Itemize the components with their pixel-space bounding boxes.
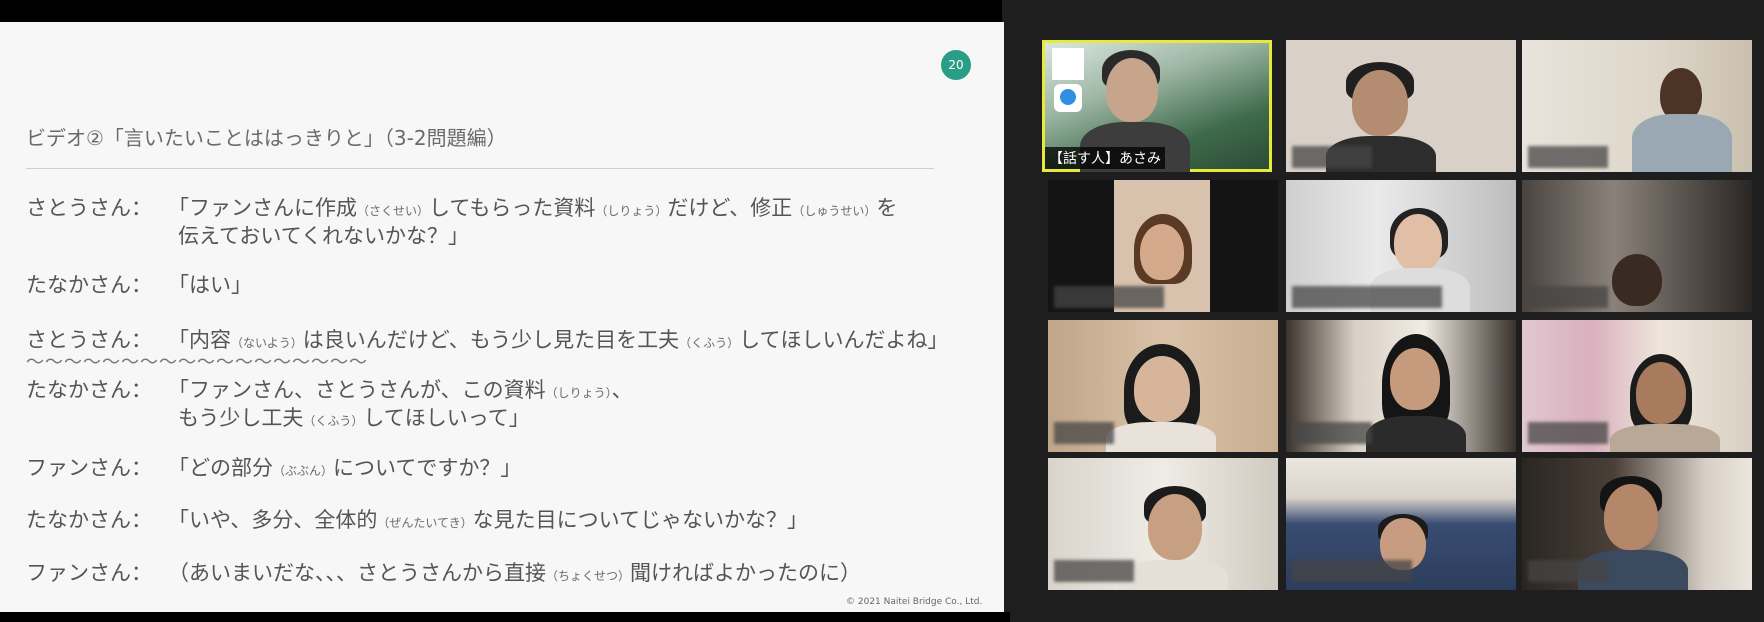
participant-name-blurred	[1292, 286, 1442, 308]
speaker-label: たなかさん：	[26, 508, 152, 532]
qr-code-icon	[1052, 48, 1084, 80]
participant-name-blurred	[1528, 146, 1608, 168]
active-speaker-name: 【話す人】あさみ	[1045, 147, 1165, 169]
participant-name-blurred	[1054, 286, 1164, 308]
wave-underline: 〜〜〜〜〜〜〜〜〜〜〜〜〜〜〜〜〜〜	[26, 352, 368, 373]
video-tile[interactable]	[1048, 320, 1278, 452]
speaker-label: さとうさん：	[26, 196, 152, 220]
video-tile[interactable]	[1286, 40, 1516, 172]
dialogue-line: 「どの部分（ぶぶん）についてですか？」	[168, 456, 522, 480]
speaker-label: ファンさん：	[26, 561, 152, 585]
logo-icon	[1054, 84, 1082, 112]
dialogue-line: 「ファンさんに作成（さくせい）してもらった資料（しりょう）だけど、修正（しゅうせ…	[168, 196, 898, 220]
copyright-notice: © 2021 Naitei Bridge Co., Ltd.	[846, 597, 983, 607]
slide-title: ビデオ②「言いたいことははっきりと」（3-2問題編）	[26, 126, 507, 150]
video-tile[interactable]	[1048, 458, 1278, 590]
participant-name-blurred	[1292, 560, 1412, 582]
video-tile[interactable]	[1048, 180, 1278, 312]
speaker-label: たなかさん：	[26, 273, 152, 297]
participant-name-blurred	[1292, 146, 1372, 168]
participant-name-blurred	[1054, 422, 1114, 444]
video-tile-active-speaker[interactable]: 【話す人】あさみ	[1042, 40, 1272, 172]
shared-screen-slide: 20 ビデオ②「言いたいことははっきりと」（3-2問題編） さとうさん： 「ファ…	[0, 22, 1004, 612]
participant-name-blurred	[1528, 286, 1608, 308]
title-divider	[26, 168, 934, 169]
dialogue-line: 「はい」	[168, 273, 252, 297]
page-number-badge: 20	[941, 50, 971, 80]
speaker-label: ファンさん：	[26, 456, 152, 480]
speaker-label: たなかさん：	[26, 378, 152, 402]
dialogue-line: 伝えておいてくれないかな？」	[178, 224, 470, 248]
video-tile[interactable]	[1522, 458, 1752, 590]
video-tile[interactable]	[1286, 180, 1516, 312]
participant-name-blurred	[1528, 560, 1608, 582]
participant-name-blurred	[1528, 422, 1608, 444]
dialogue-line: 「ファンさん、さとうさんが、この資料（しりょう）、	[168, 378, 633, 402]
video-tile[interactable]	[1522, 320, 1752, 452]
bottom-black-bar	[0, 612, 1010, 622]
participant-name-blurred	[1292, 422, 1372, 444]
dialogue-line: 「いや、多分、全体的（ぜんたいてき）な見た目についてじゃないかな？」	[168, 508, 809, 532]
dialogue-line: （あいまいだな、、、さとうさんから直接（ちょくせつ）聞ければよかったのに）	[168, 561, 862, 585]
video-tile[interactable]	[1286, 458, 1516, 590]
video-tile[interactable]	[1522, 40, 1752, 172]
video-tile[interactable]	[1286, 320, 1516, 452]
video-tile[interactable]	[1522, 180, 1752, 312]
dialogue-line: もう少し工夫（くふう）してほしいって」	[178, 406, 530, 430]
participant-name-blurred	[1054, 560, 1134, 582]
